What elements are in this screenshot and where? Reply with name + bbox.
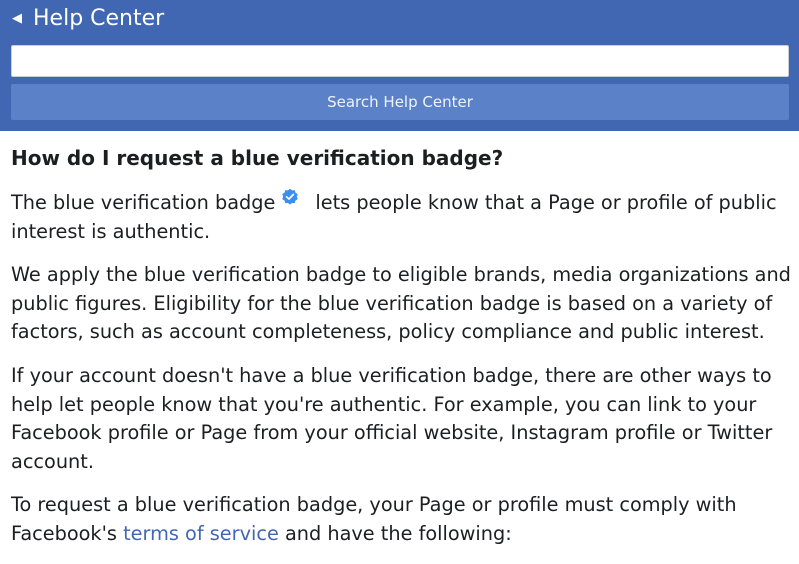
back-button[interactable]: ◀ Help Center xyxy=(12,2,164,34)
article-paragraph-4: To request a blue verification badge, yo… xyxy=(11,491,791,548)
search-input[interactable] xyxy=(11,45,789,77)
search-help-center-button[interactable]: Search Help Center xyxy=(11,84,789,120)
article-content: How do I request a blue verification bad… xyxy=(11,140,791,564)
back-arrow-icon[interactable]: ◀ xyxy=(12,12,22,25)
article-paragraph-1: The blue verification badge lets people k… xyxy=(11,188,791,246)
article-paragraph-3: If your account doesn't have a blue veri… xyxy=(11,363,773,473)
header-title: Help Center xyxy=(33,5,165,31)
terms-of-service-link[interactable]: terms of service xyxy=(123,522,279,545)
article-title: How do I request a blue verification bad… xyxy=(11,146,504,170)
help-center-header: ◀ Help Center Search Help Center xyxy=(0,0,799,131)
paragraph-4-text-end: and have the following: xyxy=(278,521,512,545)
article-paragraph-2: We apply the blue verification badge to … xyxy=(11,263,791,344)
verified-badge-icon xyxy=(282,188,299,205)
paragraph-1-text-start: The blue verification badge xyxy=(11,191,276,214)
